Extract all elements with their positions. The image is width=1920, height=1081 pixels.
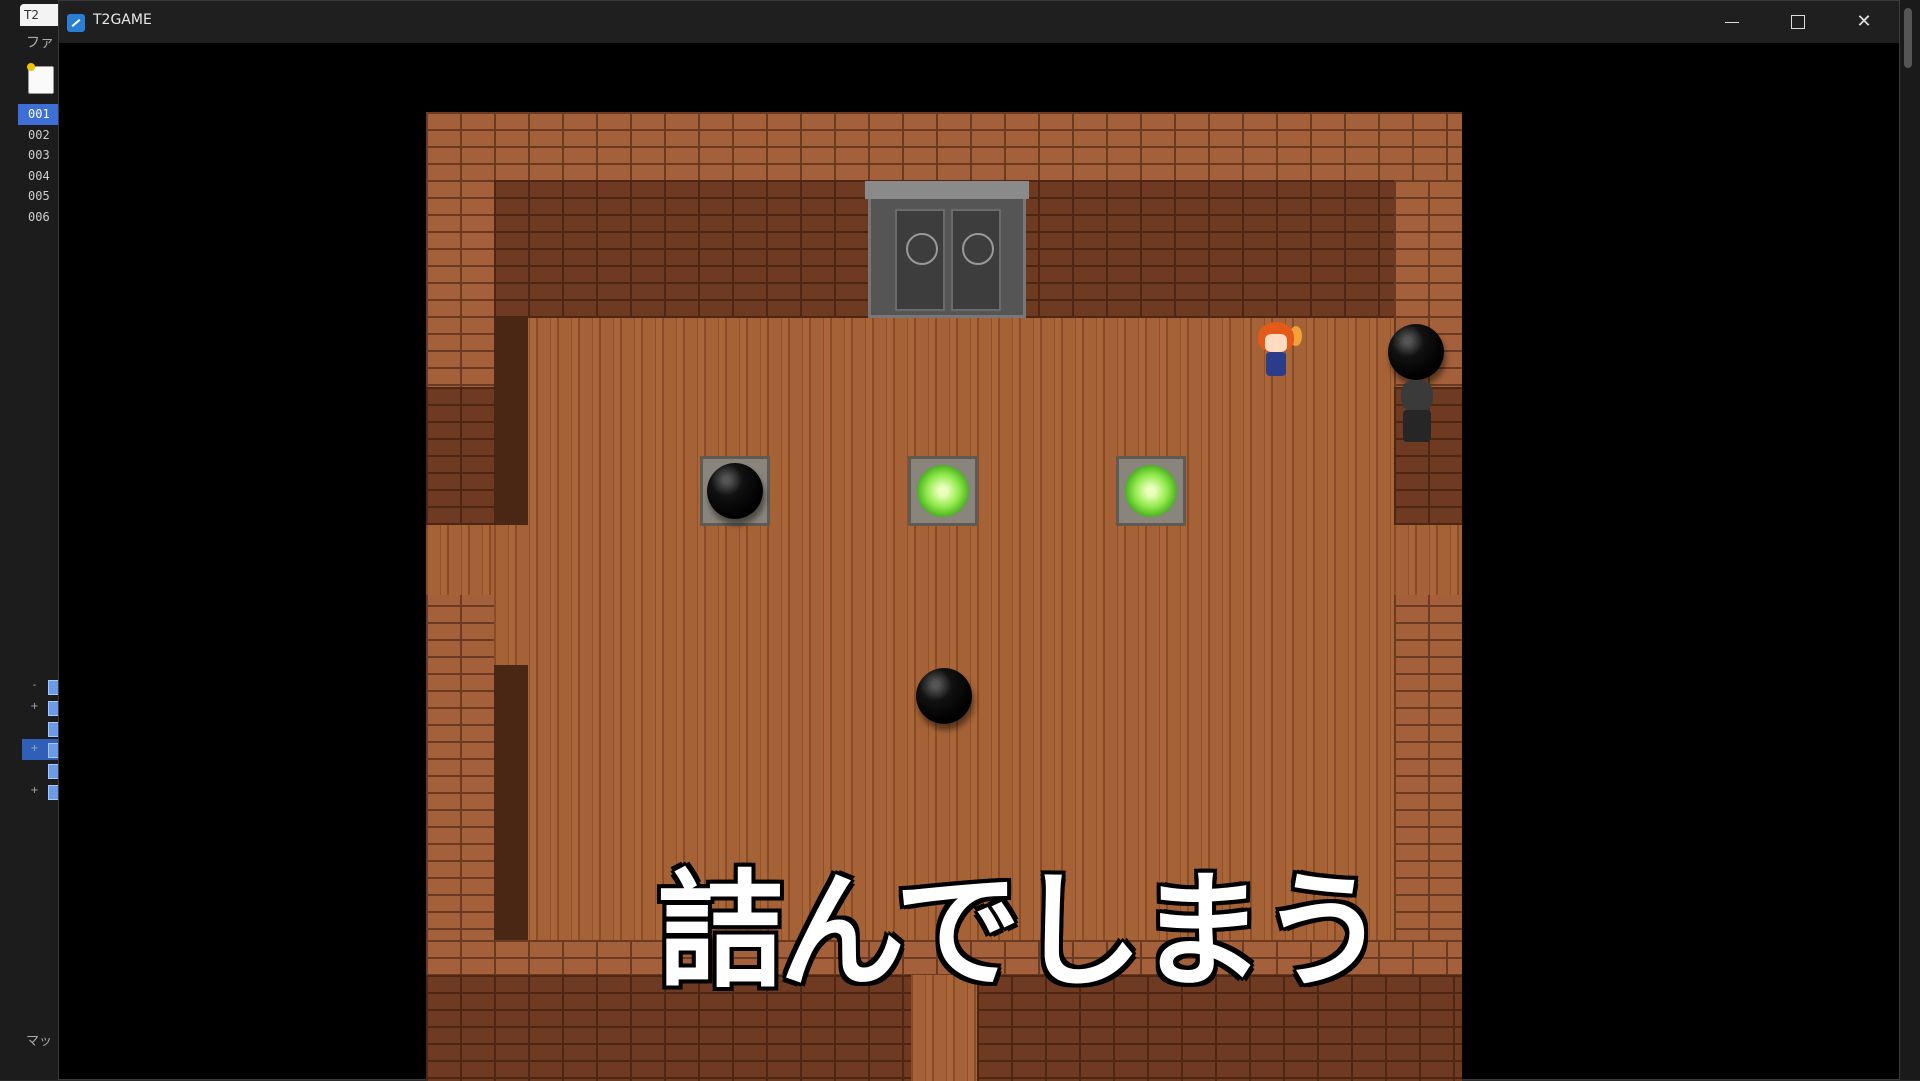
tree-row[interactable] [22, 718, 62, 739]
pressure-plate [908, 456, 978, 526]
list-item[interactable]: 003 [18, 145, 58, 166]
expand-icon[interactable]: + [30, 702, 39, 712]
tree-row[interactable]: + [22, 697, 62, 718]
maximize-icon [1791, 15, 1805, 29]
list-item[interactable]: 001 [18, 104, 58, 125]
lit-plate-icon [917, 465, 969, 517]
pressure-plate [1116, 456, 1186, 526]
dark-npc-character [1395, 380, 1439, 446]
boulder [707, 463, 763, 519]
map-tree: - + + + [22, 676, 62, 802]
expand-icon[interactable]: + [30, 786, 39, 796]
title-bar[interactable]: T2GAME ✕ [59, 1, 1899, 43]
boulder [916, 668, 972, 724]
map-list: 001 002 003 004 005 006 [18, 104, 58, 228]
tree-row[interactable]: - [22, 676, 62, 697]
close-button[interactable]: ✕ [1831, 1, 1897, 43]
new-file-icon[interactable] [27, 63, 54, 94]
door-lintel [865, 181, 1029, 199]
tree-row[interactable]: + [22, 781, 62, 802]
wall-left-lower [426, 387, 494, 525]
tree-row[interactable]: + [22, 739, 62, 760]
scrollbar[interactable] [1900, 0, 1920, 1080]
floor-shadow-top [494, 318, 528, 525]
maximize-button[interactable] [1765, 1, 1831, 43]
minimize-icon [1725, 21, 1739, 23]
editor-menu-file[interactable]: ファ [26, 32, 54, 52]
list-item[interactable]: 002 [18, 125, 58, 146]
tree-row[interactable] [22, 760, 62, 781]
game-window: T2GAME ✕ 詰んでしまう [58, 0, 1900, 1081]
boulder [1388, 324, 1444, 380]
door-leaf-left [895, 209, 945, 311]
editor-footer-label[interactable]: マッ [26, 1030, 52, 1049]
window-title: T2GAME [93, 12, 152, 28]
floor-right-gap [1394, 525, 1462, 595]
player-character [1254, 322, 1302, 382]
list-item[interactable]: 005 [18, 186, 58, 207]
app-icon [67, 14, 85, 32]
floor-shadow-bottom [494, 665, 528, 940]
wall-top [426, 112, 1462, 180]
expand-icon[interactable]: + [30, 744, 39, 754]
stone-door[interactable] [865, 181, 1029, 318]
floor [494, 318, 1394, 940]
list-item[interactable]: 004 [18, 166, 58, 187]
overlay-caption: 詰んでしまう [657, 858, 1387, 1005]
pressure-plate [700, 456, 770, 526]
list-item[interactable]: 006 [18, 207, 58, 228]
floor-left-gap [426, 525, 494, 595]
collapse-icon[interactable]: - [30, 681, 39, 691]
minimize-button[interactable] [1699, 1, 1765, 43]
lit-plate-icon [1125, 465, 1177, 517]
door-leaf-right [951, 209, 1001, 311]
